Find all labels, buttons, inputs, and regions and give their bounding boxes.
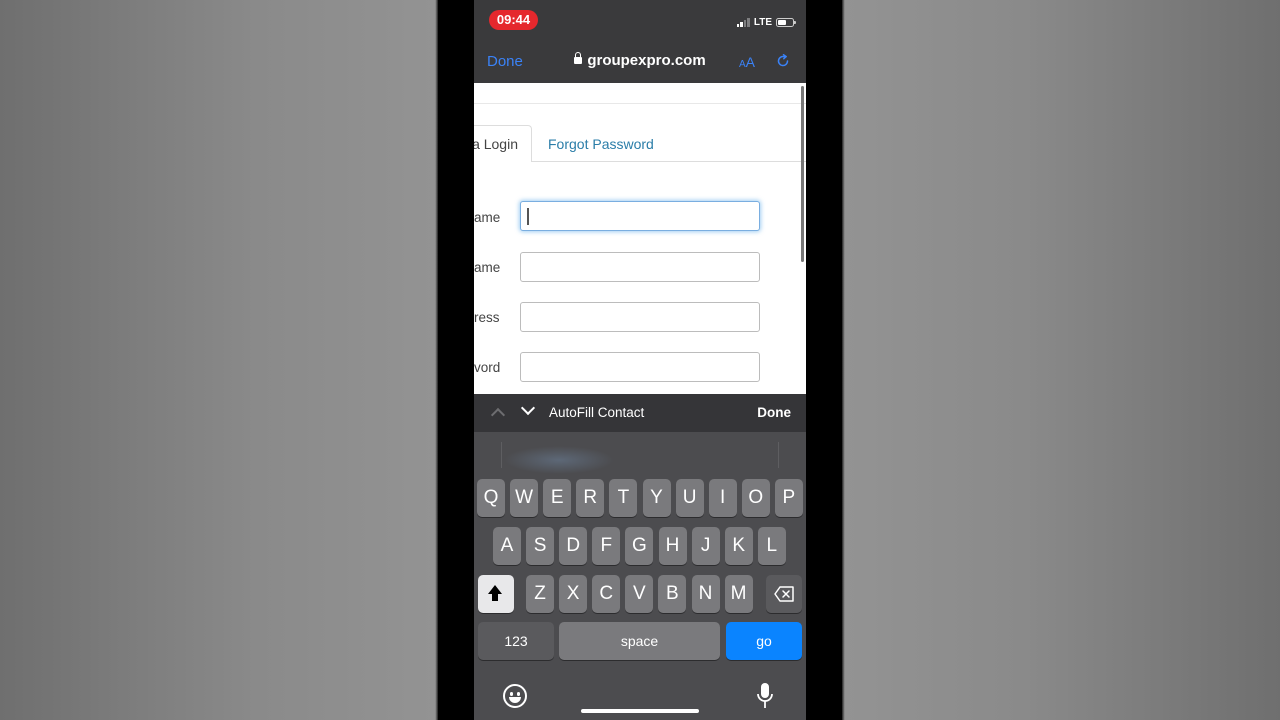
lock-icon [574,52,583,64]
key-w[interactable]: W [510,479,539,517]
key-o[interactable]: O [741,479,770,517]
key-b[interactable]: B [658,575,687,613]
text-size-button[interactable]: AA [739,54,755,70]
signal-icon [736,18,750,27]
status-bar: 09:44 LTE [474,0,806,40]
backspace-key[interactable] [766,575,802,613]
key-d[interactable]: D [559,527,588,565]
reload-icon[interactable] [776,54,790,68]
tab-login[interactable]: a Login [474,125,532,162]
password-input[interactable] [520,352,760,382]
microphone-icon[interactable] [756,682,774,710]
key-a[interactable]: A [493,527,521,565]
keyboard-accessory-bar: AutoFill Contact Done [474,394,806,432]
key-y[interactable]: Y [642,479,671,517]
page-scrollbar[interactable] [801,86,804,262]
email-input[interactable] [520,302,760,332]
key-e[interactable]: E [543,479,572,517]
text-caret [527,208,529,225]
key-k[interactable]: K [724,527,753,565]
key-r[interactable]: R [576,479,605,517]
numbers-key[interactable]: 123 [478,622,554,660]
battery-icon [776,18,796,27]
network-type: LTE [753,17,772,28]
shift-key[interactable] [478,575,514,613]
browser-url-bar: Done groupexpro.com AA [474,40,806,83]
key-x[interactable]: X [559,575,588,613]
next-field-chevron-down-icon[interactable] [520,400,536,416]
key-h[interactable]: H [658,527,687,565]
status-indicators: LTE [736,17,796,28]
key-t[interactable]: T [609,479,638,517]
first-name-label: ame [474,210,501,225]
tab-forgot-password[interactable]: Forgot Password [548,136,654,152]
shift-arrow-icon [488,585,502,601]
key-u[interactable]: U [675,479,704,517]
autofill-contact-button[interactable]: AutoFill Contact [549,405,644,420]
keyboard-done-button[interactable]: Done [757,405,791,420]
go-key[interactable]: go [726,622,802,660]
url-text: groupexpro.com [587,52,706,69]
key-z[interactable]: Z [526,575,554,613]
page-divider [474,103,806,104]
key-f[interactable]: F [592,527,621,565]
email-label: ress [474,310,500,325]
address-bar[interactable]: groupexpro.com [474,52,806,69]
previous-field-chevron-up-icon[interactable] [490,407,506,423]
space-key[interactable]: space [559,622,720,660]
key-s[interactable]: S [526,527,555,565]
key-n[interactable]: N [691,575,720,613]
status-time: 09:44 [489,10,538,30]
last-name-input[interactable] [520,252,760,282]
key-j[interactable]: J [691,527,720,565]
tab-underline [532,161,806,162]
backspace-icon [774,586,794,602]
key-g[interactable]: G [625,527,654,565]
webpage-content: a Login Forgot Password ame ame ress vor… [474,83,806,394]
key-v[interactable]: V [625,575,654,613]
key-p[interactable]: P [774,479,803,517]
password-label: vord [474,360,501,375]
key-q[interactable]: Q [477,479,505,517]
keyboard: QWERTYUIOP ASDFGHJKL ZXCVBNM 123 space g… [474,432,806,720]
predictive-bar [474,432,806,476]
emoji-icon[interactable] [503,684,527,708]
key-m[interactable]: M [724,575,753,613]
phone-screen: 09:44 LTE Done groupexpro.com AA a Login… [474,0,806,720]
key-i[interactable]: I [708,479,737,517]
key-c[interactable]: C [592,575,621,613]
first-name-input[interactable] [520,201,760,231]
home-indicator[interactable] [581,709,699,713]
last-name-label: ame [474,260,501,275]
key-l[interactable]: L [757,527,786,565]
